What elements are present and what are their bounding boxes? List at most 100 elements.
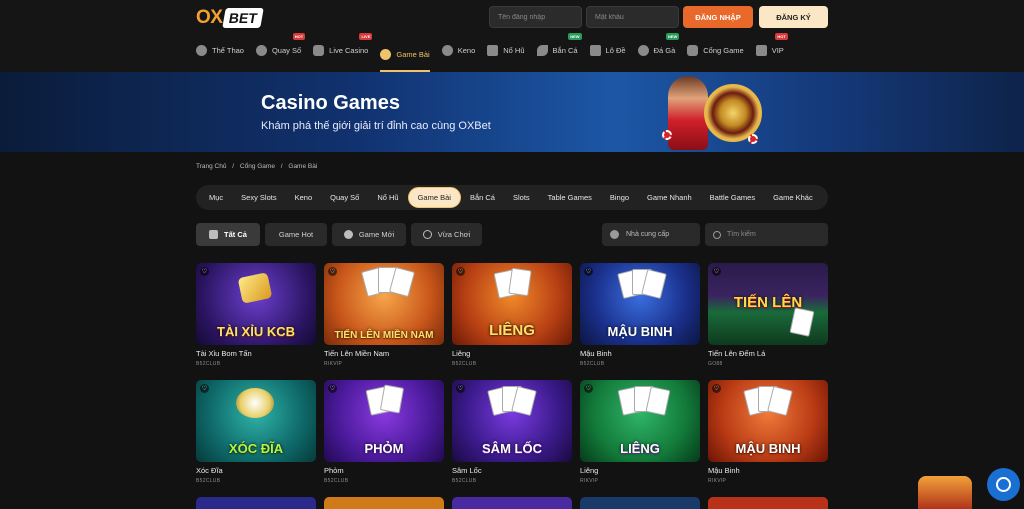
search-input[interactable]: Tìm kiếm <box>705 223 828 246</box>
favorite-heart-icon[interactable]: ♡ <box>456 267 465 276</box>
favorite-heart-icon[interactable]: ♡ <box>584 384 593 393</box>
card-image <box>789 307 815 337</box>
tab-battle-games[interactable]: Battle Games <box>701 187 764 208</box>
filter-hot-button[interactable]: Game Hot <box>265 223 327 246</box>
game-card[interactable]: ♡ XÓC ĐĨA Xóc Đĩa B52CLUB <box>196 380 316 484</box>
nav-item-lo-de[interactable]: Lô Đề <box>589 38 626 62</box>
card-image <box>645 386 671 416</box>
tab-ban-ca[interactable]: Bắn Cá <box>461 187 504 208</box>
game-art-title: TÀI XỈU KCB <box>217 324 295 339</box>
filter-all-button[interactable]: Tất Cả <box>196 223 260 246</box>
gamepad-icon <box>687 44 699 56</box>
rooster-icon <box>637 44 649 56</box>
nav-item-vip[interactable]: VIP HOT <box>755 33 788 62</box>
favorite-heart-icon[interactable]: ♡ <box>328 384 337 393</box>
fish-icon <box>536 44 548 56</box>
nav-item-the-thao[interactable]: Thể Thao <box>196 38 244 62</box>
tab-game-khac[interactable]: Game Khác <box>764 187 822 208</box>
filter-recent-button[interactable]: Vừa Chơi <box>411 223 482 246</box>
logo-ox-text: OX <box>196 7 223 28</box>
casino-chip-image <box>748 134 758 144</box>
game-card[interactable]: ♡ TIẾN LÊN MIỀN NAM Tiến Lên Miền Nam RI… <box>324 263 444 367</box>
nav-item-live-casino[interactable]: Live Casino LIVE <box>313 33 373 62</box>
game-card[interactable]: ♡ PHỎM Phỏm B52CLUB <box>324 380 444 484</box>
game-card[interactable] <box>452 497 572 509</box>
filter-new-button[interactable]: Game Mới <box>332 223 406 246</box>
game-name: Liêng <box>452 349 471 358</box>
nav-item-quay-so[interactable]: Quay Số HOT <box>255 33 306 62</box>
tab-quay-so[interactable]: Quay Số <box>321 187 368 208</box>
game-provider: RIKVIP <box>708 478 727 484</box>
game-thumbnail: ♡ LIÊNG <box>580 380 700 462</box>
game-art-title: MẬU BINH <box>735 441 801 456</box>
game-card[interactable]: ♡ SÂM LỐC Sâm Lốc B52CLUB <box>452 380 572 484</box>
nav-item-keno[interactable]: Keno <box>441 38 475 62</box>
game-card[interactable] <box>580 497 700 509</box>
game-card[interactable]: ♡ MẬU BINH Mậu Binh B52CLUB <box>580 263 700 367</box>
nav-item-cong-game[interactable]: Cổng Game <box>687 38 744 62</box>
nav-label: Quay Số <box>271 45 302 55</box>
promo-floating-image[interactable] <box>918 476 972 509</box>
tab-keno[interactable]: Keno <box>286 187 322 208</box>
tab-slots[interactable]: Slots <box>504 187 539 208</box>
new-icon <box>343 230 353 239</box>
nav-label: Lô Đề <box>605 45 626 55</box>
breadcrumb-cong-game[interactable]: Cổng Game <box>240 163 275 170</box>
favorite-heart-icon[interactable]: ♡ <box>200 267 209 276</box>
register-button[interactable]: ĐĂNG KÝ <box>759 6 828 28</box>
filter-label: Game Hot <box>278 230 314 239</box>
nav-item-da-ga[interactable]: Đá Gà NEW <box>637 33 680 62</box>
game-thumbnail: ♡ XÓC ĐĨA <box>196 380 316 462</box>
nav-label: Thể Thao <box>212 45 244 55</box>
favorite-heart-icon[interactable]: ♡ <box>712 267 721 276</box>
game-card[interactable]: ♡ LIÊNG Liêng B52CLUB <box>452 263 572 367</box>
top-header: OX BET ĐĂNG NHẬP ĐĂNG KÝ Thể Thao Quay S… <box>0 0 1024 72</box>
tab-no-hu[interactable]: Nổ Hũ <box>368 187 407 208</box>
password-input[interactable] <box>586 6 679 28</box>
search-icon <box>713 230 721 239</box>
hostess-image <box>668 76 708 150</box>
favorite-heart-icon[interactable]: ♡ <box>456 384 465 393</box>
game-card[interactable] <box>196 497 316 509</box>
nav-label: Nổ Hũ <box>503 45 525 55</box>
login-button[interactable]: ĐĂNG NHẬP <box>683 6 753 28</box>
spade-icon <box>380 48 392 60</box>
game-name: Phỏm <box>324 466 344 475</box>
game-name: Sâm Lốc <box>452 466 482 475</box>
game-thumbnail <box>324 497 444 509</box>
game-name: Liêng <box>580 466 599 475</box>
nav-item-ban-ca[interactable]: Bắn Cá NEW <box>536 33 582 62</box>
live-chat-button[interactable] <box>987 468 1020 501</box>
tab-game-nhanh[interactable]: Game Nhanh <box>638 187 701 208</box>
lottery-ticket-icon <box>589 44 601 56</box>
game-card[interactable]: ♡ TIẾN LÊN Tiến Lên Đếm Lá GO88 <box>708 263 828 367</box>
game-name: Tài Xỉu Bom Tấn <box>196 349 252 358</box>
tab-bingo[interactable]: Bingo <box>601 187 638 208</box>
tab-game-bai[interactable]: Game Bài <box>407 187 461 208</box>
game-card[interactable]: ♡ LIÊNG Liêng RIKVIP <box>580 380 700 484</box>
tab-table-games[interactable]: Table Games <box>539 187 601 208</box>
crown-icon <box>755 44 767 56</box>
nav-item-game-bai[interactable]: Game Bài <box>380 38 430 72</box>
game-card[interactable]: ♡ TÀI XỈU KCB Tài Xỉu Bom Tấn B52CLUB <box>196 263 316 367</box>
game-art-title: SÂM LỐC <box>482 441 542 456</box>
username-input[interactable] <box>489 6 582 28</box>
favorite-heart-icon[interactable]: ♡ <box>200 384 209 393</box>
game-art-title: MẬU BINH <box>607 324 673 339</box>
favorite-heart-icon[interactable]: ♡ <box>328 267 337 276</box>
game-card[interactable] <box>324 497 444 509</box>
game-card[interactable] <box>708 497 828 509</box>
nav-item-no-hu[interactable]: Nổ Hũ <box>487 38 525 62</box>
game-card[interactable]: ♡ MẬU BINH Mậu Binh RIKVIP <box>708 380 828 484</box>
game-provider: B52CLUB <box>324 478 349 484</box>
favorite-heart-icon[interactable]: ♡ <box>584 267 593 276</box>
provider-select[interactable]: Nhà cung cấp <box>602 223 700 246</box>
tab-sexy-slots[interactable]: Sexy Slots <box>232 187 285 208</box>
breadcrumb-current: Game Bài <box>288 163 318 170</box>
game-thumbnail <box>708 497 828 509</box>
breadcrumb-home[interactable]: Trang Chủ <box>196 163 226 170</box>
game-art-title: LIÊNG <box>489 322 535 339</box>
tab-muc[interactable]: Mục <box>200 187 232 208</box>
favorite-heart-icon[interactable]: ♡ <box>712 384 721 393</box>
oxbet-logo[interactable]: OX BET <box>196 7 265 29</box>
